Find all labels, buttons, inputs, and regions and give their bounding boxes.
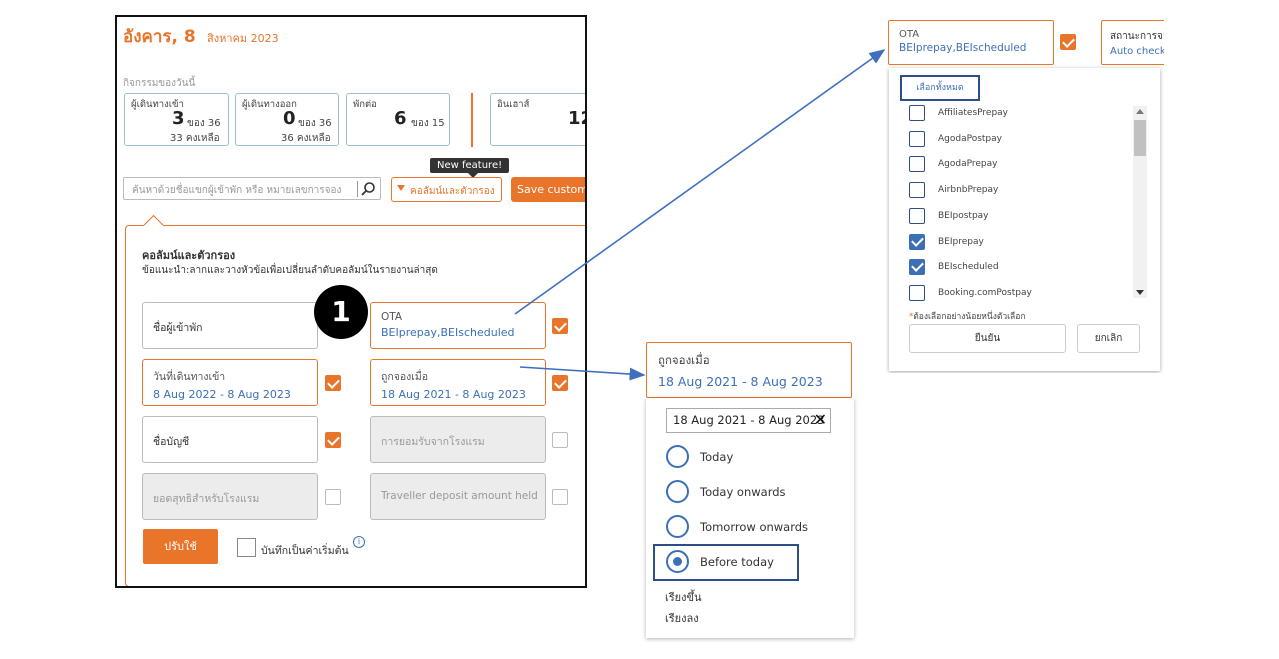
callout-arrows: [514, 49, 886, 381]
arrow-to-date-popup: [519, 366, 646, 381]
arrow-to-ota-popup: [514, 49, 886, 315]
